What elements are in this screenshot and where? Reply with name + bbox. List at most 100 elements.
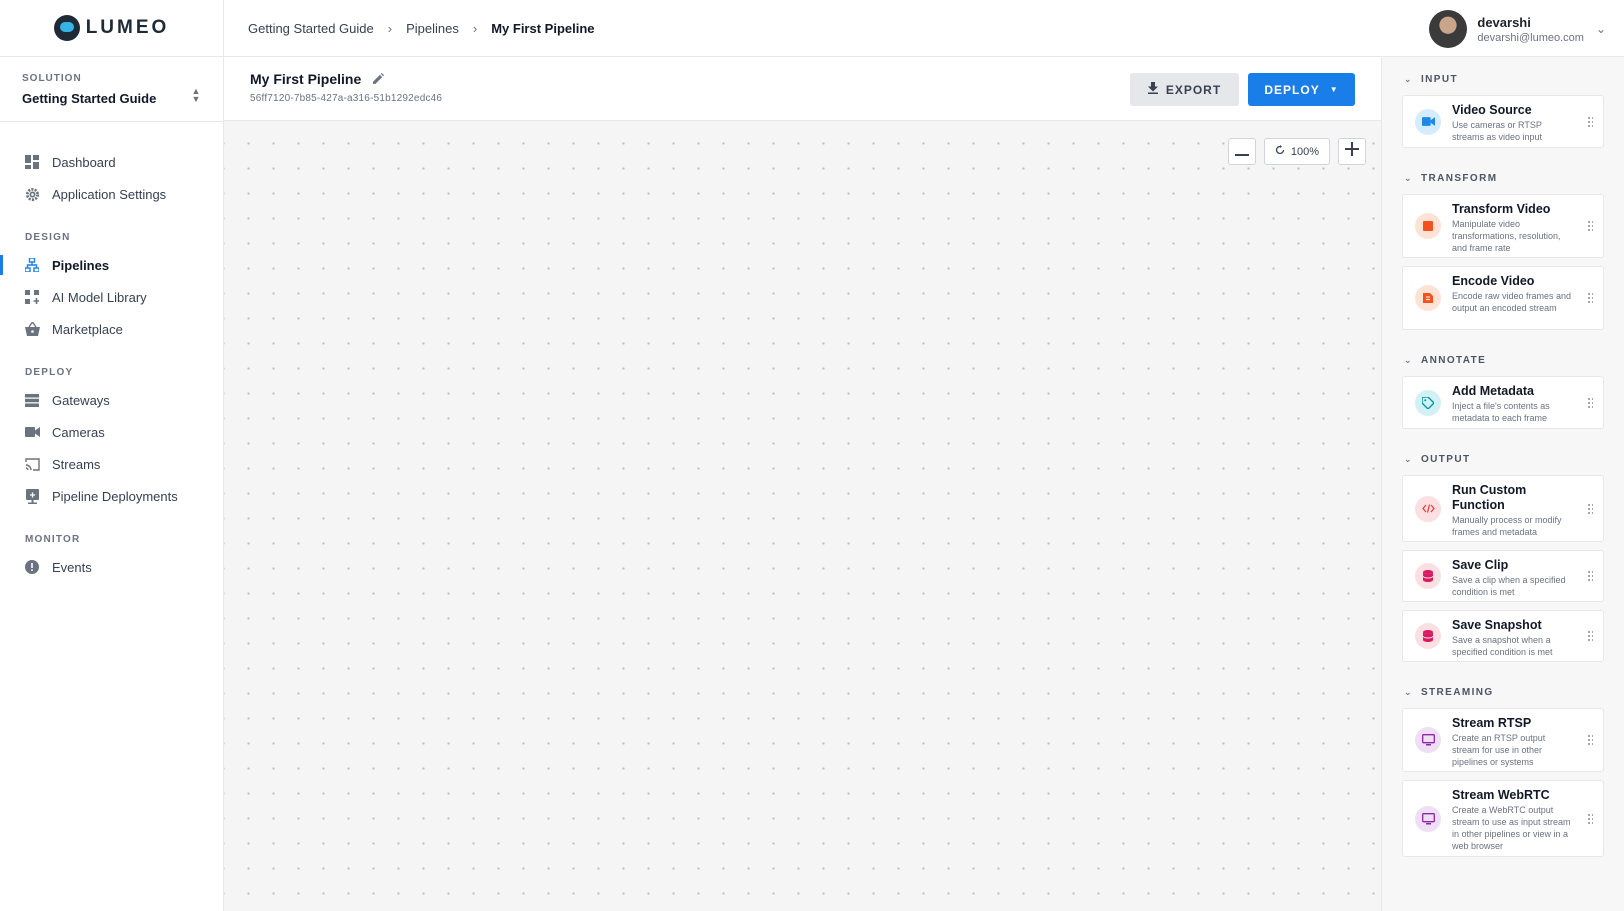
node-description: Save a snapshot when a specified conditi… bbox=[1452, 635, 1553, 657]
section-label: INPUT bbox=[1420, 73, 1458, 85]
sidebar-item-events[interactable]: Events bbox=[0, 551, 223, 583]
drag-handle-icon[interactable] bbox=[1587, 734, 1593, 746]
nav-section-design: DESIGN bbox=[25, 232, 71, 243]
deploy-button[interactable]: DEPLOY ▼ bbox=[1248, 73, 1355, 106]
breadcrumb-item-pipelines[interactable]: Pipelines bbox=[406, 21, 459, 36]
caret-down-icon: ▼ bbox=[1329, 85, 1339, 94]
sidebar-item-streams[interactable]: Streams bbox=[0, 448, 223, 480]
palette-section-input[interactable]: ⌄ INPUT bbox=[1382, 69, 1624, 89]
node-title: Run Custom Function bbox=[1452, 483, 1527, 512]
sidebar-item-cameras[interactable]: Cameras bbox=[0, 416, 223, 448]
zoom-level: 100% bbox=[1290, 145, 1320, 158]
palette-section-transform[interactable]: ⌄ TRANSFORM bbox=[1382, 168, 1624, 188]
deploy-button-label: DEPLOY bbox=[1264, 82, 1320, 97]
minus-icon bbox=[1235, 143, 1249, 161]
drag-handle-icon[interactable] bbox=[1587, 570, 1593, 582]
node-description: Encode raw video frames and output an en… bbox=[1452, 291, 1572, 313]
sidebar-item-ai-model-library[interactable]: AI Model Library bbox=[0, 281, 223, 313]
nav-section-monitor: MONITOR bbox=[25, 534, 81, 545]
section-label: STREAMING bbox=[1420, 686, 1494, 698]
zoom-out-button[interactable] bbox=[1228, 138, 1256, 165]
palette-section-streaming[interactable]: ⌄ STREAMING bbox=[1382, 682, 1624, 702]
pipeline-id: 56ff7120-7b85-427a-a316-51b1292edc46 bbox=[250, 93, 443, 104]
sidebar-item-pipelines[interactable]: Pipelines bbox=[0, 249, 223, 281]
node-card-save-clip[interactable]: Save Clip Save a clip when a specified c… bbox=[1402, 550, 1604, 602]
breadcrumb-item-solution[interactable]: Getting Started Guide bbox=[248, 21, 374, 36]
drag-handle-icon[interactable] bbox=[1587, 396, 1593, 409]
camera-icon bbox=[24, 424, 40, 440]
palette-section-annotate[interactable]: ⌄ ANNOTATE bbox=[1382, 350, 1624, 370]
export-button[interactable]: EXPORT bbox=[1130, 73, 1239, 106]
unfold-icon: ▲ ▼ bbox=[191, 86, 201, 104]
drag-handle-icon[interactable] bbox=[1587, 630, 1593, 642]
sidebar-item-application-settings[interactable]: Application Settings bbox=[0, 178, 223, 210]
solution-label: SOLUTION bbox=[22, 73, 82, 84]
node-description: Manually process or modify frames and me… bbox=[1452, 515, 1562, 537]
top-bar: Getting Started Guide › Pipelines › My F… bbox=[224, 0, 1624, 57]
drag-handle-icon[interactable] bbox=[1587, 502, 1593, 515]
edit-pencil-icon[interactable] bbox=[373, 71, 385, 87]
nav-section-deploy: DEPLOY bbox=[25, 367, 74, 378]
pipeline-canvas[interactable]: 100% bbox=[224, 121, 1381, 911]
sidebar-item-label: Application Settings bbox=[52, 186, 167, 202]
drag-handle-icon[interactable] bbox=[1587, 292, 1593, 304]
section-label: OUTPUT bbox=[1420, 453, 1471, 465]
logo[interactable]: LUMEO bbox=[0, 0, 223, 57]
sidebar-item-marketplace[interactable]: Marketplace bbox=[0, 313, 223, 345]
node-card-stream-webrtc[interactable]: Stream WebRTC Create a WebRTC output str… bbox=[1402, 780, 1604, 857]
cast-icon bbox=[24, 456, 40, 472]
user-menu[interactable]: devarshi devarshi@lumeo.com ⌄ bbox=[1429, 10, 1606, 48]
solution-switcher[interactable]: SOLUTION Getting Started Guide ▲ ▼ bbox=[0, 57, 223, 122]
chevron-right-icon: › bbox=[387, 20, 393, 36]
node-title: Encode Video bbox=[1452, 274, 1535, 288]
node-description: Use cameras or RTSP streams as video inp… bbox=[1452, 120, 1543, 142]
chevron-down-icon: ⌄ bbox=[1404, 686, 1413, 697]
breadcrumb-item-current: My First Pipeline bbox=[491, 20, 595, 36]
pipeline-header: My First Pipeline 56ff7120-7b85-427a-a31… bbox=[224, 57, 1381, 121]
zoom-in-button[interactable] bbox=[1338, 138, 1366, 165]
app-root: LUMEO SOLUTION Getting Started Guide ▲ ▼ … bbox=[0, 0, 1624, 911]
sidebar-item-label: Dashboard bbox=[52, 154, 116, 170]
node-card-transform-video[interactable]: Transform Video Manipulate video transfo… bbox=[1402, 194, 1604, 258]
sidebar-item-pipeline-deployments[interactable]: Pipeline Deployments bbox=[0, 480, 223, 512]
sidebar-item-label: Marketplace bbox=[52, 321, 123, 337]
database-icon bbox=[1415, 623, 1441, 649]
sidebar-item-dashboard[interactable]: Dashboard bbox=[0, 146, 223, 178]
node-description: Save a clip when a specified condition i… bbox=[1452, 575, 1566, 597]
node-card-video-source[interactable]: Video Source Use cameras or RTSP streams… bbox=[1402, 95, 1604, 148]
node-title: Stream RTSP bbox=[1452, 716, 1532, 730]
node-palette: ⌄ INPUT Video Source Use cameras or RTSP… bbox=[1381, 57, 1624, 911]
monitor-icon bbox=[1415, 805, 1441, 832]
gear-icon bbox=[24, 186, 40, 202]
chevron-down-icon: ⌄ bbox=[1404, 453, 1413, 464]
monitor-icon bbox=[1415, 727, 1441, 753]
chevron-down-icon: ⌄ bbox=[1595, 22, 1606, 36]
basket-icon bbox=[24, 321, 40, 337]
node-card-save-snapshot[interactable]: Save Snapshot Save a snapshot when a spe… bbox=[1402, 610, 1604, 662]
node-title: Transform Video bbox=[1452, 202, 1551, 216]
palette-section-output[interactable]: ⌄ OUTPUT bbox=[1382, 449, 1624, 469]
drag-handle-icon[interactable] bbox=[1587, 812, 1593, 825]
pipeline-title-row: My First Pipeline bbox=[250, 71, 385, 87]
encode-icon bbox=[1415, 285, 1441, 311]
node-card-add-metadata[interactable]: Add Metadata Inject a file's contents as… bbox=[1402, 376, 1604, 429]
drag-handle-icon[interactable] bbox=[1587, 115, 1593, 128]
drag-handle-icon[interactable] bbox=[1587, 220, 1593, 232]
node-description: Create a WebRTC output stream to use as … bbox=[1452, 805, 1571, 851]
sidebar-item-gateways[interactable]: Gateways bbox=[0, 384, 223, 416]
node-title: Save Clip bbox=[1452, 558, 1509, 572]
chevron-right-icon: › bbox=[472, 20, 478, 36]
chevron-down-icon: ⌄ bbox=[1404, 354, 1413, 365]
sidebar-item-label: Pipelines bbox=[52, 257, 110, 273]
node-title: Add Metadata bbox=[1452, 384, 1534, 398]
node-title: Stream WebRTC bbox=[1452, 788, 1550, 802]
download-icon bbox=[1147, 82, 1158, 97]
dashboard-icon bbox=[24, 154, 40, 170]
node-card-stream-rtsp[interactable]: Stream RTSP Create an RTSP output stream… bbox=[1402, 708, 1604, 772]
deployment-icon bbox=[24, 488, 40, 504]
node-card-encode-video[interactable]: Encode Video Encode raw video frames and… bbox=[1402, 266, 1604, 330]
chevron-down-icon: ⌄ bbox=[1404, 73, 1413, 84]
plus-icon bbox=[1345, 142, 1359, 161]
node-card-run-custom-function[interactable]: Run Custom Function Manually process or … bbox=[1402, 475, 1604, 542]
zoom-reset-button[interactable]: 100% bbox=[1264, 138, 1330, 165]
